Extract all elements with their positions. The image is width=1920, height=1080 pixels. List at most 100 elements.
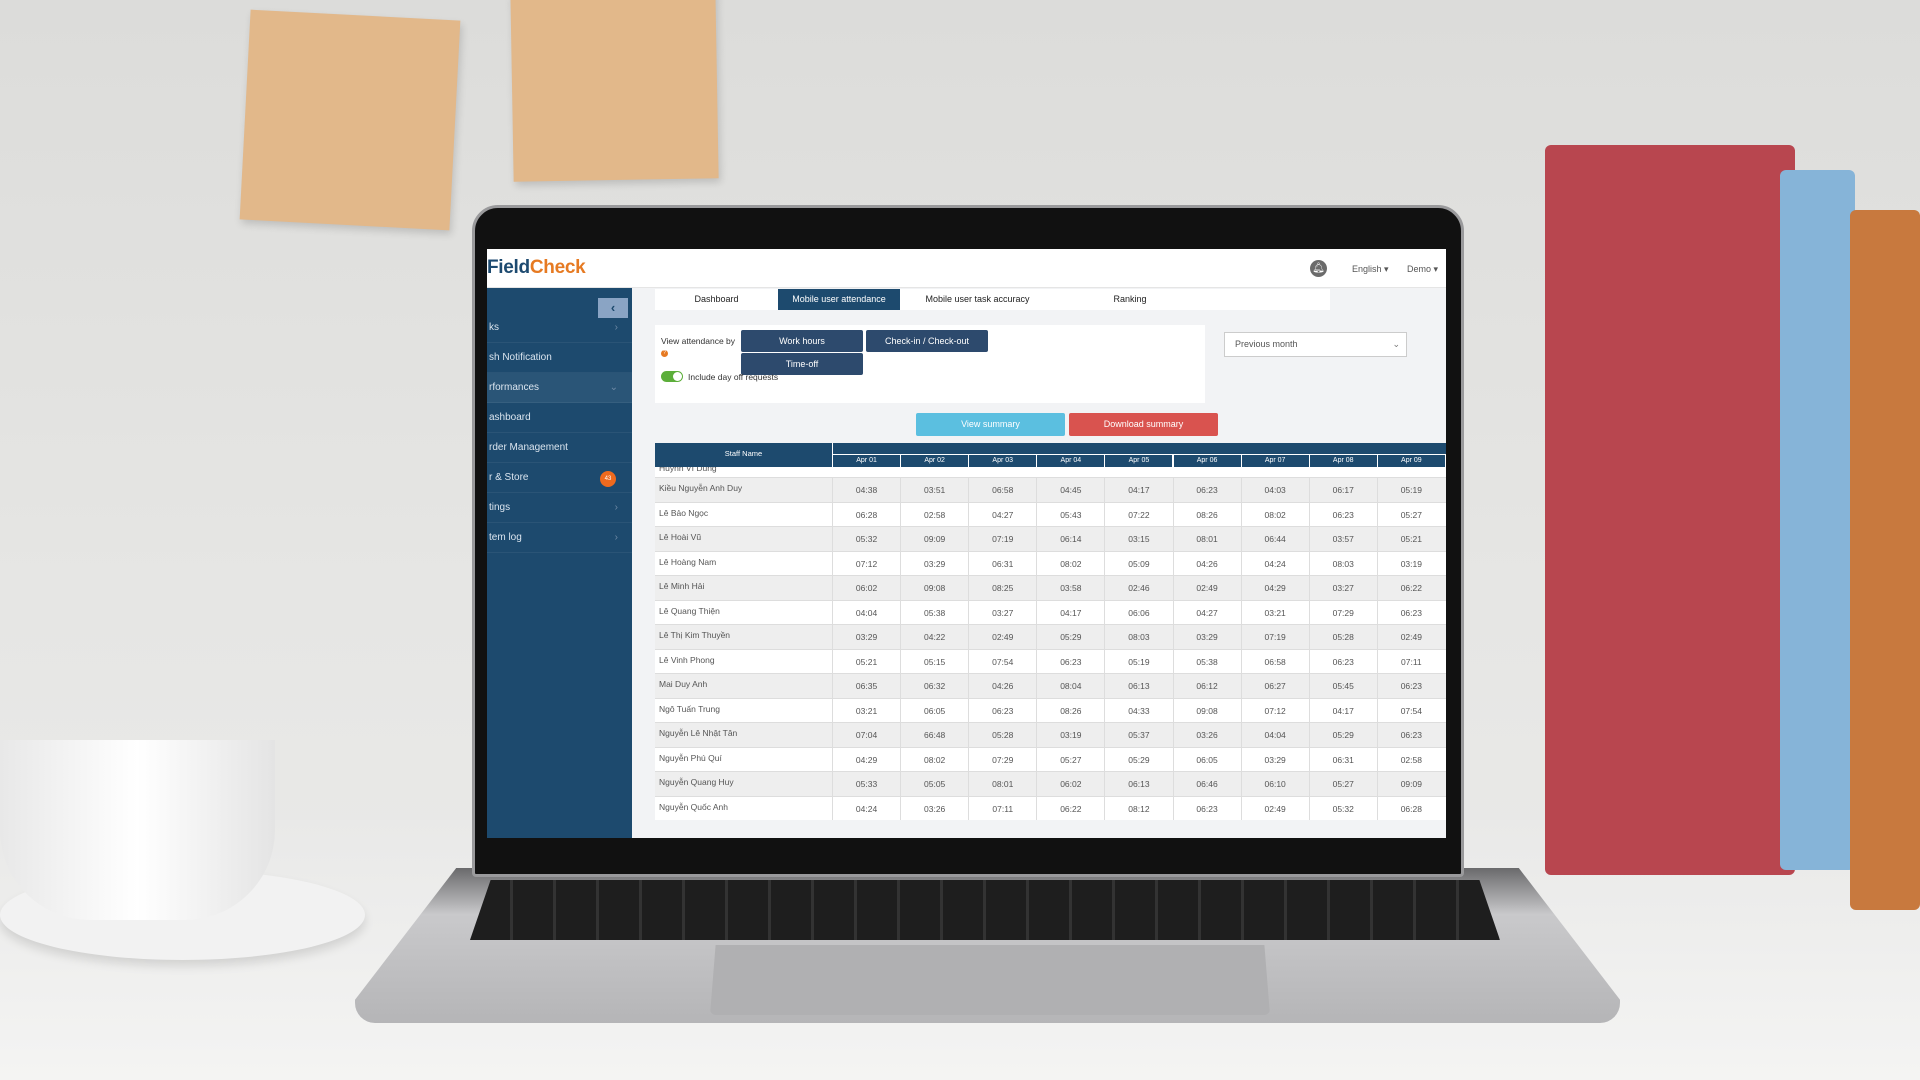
hours-cell: 04:29	[1240, 576, 1309, 601]
hours-cell: 07:12	[832, 551, 900, 576]
view-summary-button[interactable]: View summary	[916, 413, 1065, 436]
sidebar-item[interactable]: sh Notification	[487, 343, 632, 373]
hours-cell: 05:43	[1036, 502, 1104, 527]
hours-cell: 09:09	[1376, 772, 1445, 797]
hours-cell: 06:22	[1376, 576, 1445, 601]
sidebar-item-label: tings	[489, 502, 511, 513]
check-in-out-button[interactable]: Check-in / Check-out	[866, 330, 988, 352]
hours-cell: 07:04	[832, 723, 900, 748]
hours-cell: 06:23	[1376, 674, 1445, 699]
chevron-icon: ›	[614, 502, 618, 513]
help-icon[interactable]: ?	[661, 350, 668, 357]
table-row[interactable]: Ngô Tuấn Trung 03:21 06:05 06:23 08:26 04:33 0…	[655, 698, 1446, 723]
hours-cell: 08:03	[1308, 551, 1377, 576]
hours-cell: 07:29	[968, 747, 1036, 772]
hours-cell: 05:19	[1104, 649, 1172, 674]
hours-cell: 06:17	[1308, 478, 1377, 503]
book	[1850, 210, 1920, 910]
hours-cell: 05:27	[1036, 747, 1104, 772]
table-row[interactable]: Lê Quang Thiện 04:04 05:38 03:27 04:17 06:06 0…	[655, 600, 1446, 625]
hours-cell: 08:25	[968, 576, 1036, 601]
table-row[interactable]: Lê Hoàng Nam 07:12 03:29 06:31 08:02 05:09 04:…	[655, 551, 1446, 576]
hours-cell: 03:57	[1308, 527, 1377, 552]
work-hours-button[interactable]: Work hours	[741, 330, 863, 352]
hours-cell: 04:27	[968, 502, 1036, 527]
table-row[interactable]: Lê Hoài Vũ 05:32 09:09 07:19 06:14 03:15 08:01…	[655, 527, 1446, 552]
include-day-off-toggle[interactable]	[661, 371, 683, 382]
hours-cell: 66:48	[900, 723, 968, 748]
table-row[interactable]: Kiều Nguyễn Anh Duy 04:38 03:51 06:58 04:45 0…	[655, 478, 1446, 503]
count-badge: 43	[600, 471, 616, 487]
hours-cell: 07:12	[1240, 698, 1309, 723]
hours-cell: 05:27	[1308, 772, 1377, 797]
sidebar-item[interactable]: rder Management	[487, 433, 632, 463]
hours-cell: 05:38	[900, 600, 968, 625]
hours-cell: 06:13	[1104, 674, 1172, 699]
hours-cell: 07:19	[968, 527, 1036, 552]
hours-cell: 06:23	[1376, 723, 1445, 748]
staff-name-cell: Lê Hoàng Nam	[659, 556, 717, 567]
date-column-header: Apr 04	[1037, 455, 1105, 467]
table-row[interactable]: Nguyễn Phú Quí 04:29 08:02 07:29 05:27 05:29 0…	[655, 747, 1446, 772]
sidebar-item[interactable]: ashboard	[487, 403, 632, 433]
sidebar-item-label: r & Store	[489, 472, 529, 483]
user-menu[interactable]: Demo ▾	[1407, 264, 1438, 275]
hours-cell: 08:02	[1036, 551, 1104, 576]
staff-name-cell: Lê Hoài Vũ	[659, 532, 702, 542]
hours-cell: 06:02	[832, 576, 900, 601]
language-dropdown[interactable]: English ▾	[1352, 264, 1389, 275]
table-row[interactable]: Lê Vinh Phong 05:21 05:15 07:54 06:23 05:19 05…	[655, 649, 1446, 674]
date-column-header: Apr 05	[1105, 455, 1173, 467]
chevron-icon: ⌄	[609, 382, 618, 393]
fieldcheck-logo[interactable]: FieldCheck	[487, 257, 586, 279]
tab-mobile-user-task-accuracy[interactable]: Mobile user task accuracy	[900, 289, 1055, 310]
hours-cell: 04:04	[1240, 723, 1309, 748]
sidebar-item[interactable]: tings ›	[487, 493, 632, 523]
hours-cell: 04:17	[1104, 478, 1172, 503]
table-row[interactable]: Lê Thị Kim Thuyền 03:29 04:22 02:49 05:29 08:…	[655, 625, 1446, 650]
staff-name-cell: Nguyễn Quang Huy	[659, 777, 734, 787]
hours-cell: 07:29	[1308, 600, 1377, 625]
date-column-header: Apr 01	[833, 455, 901, 467]
hours-cell: 08:12	[1104, 796, 1172, 820]
table-row[interactable]: Lê Minh Hải 06:02 09:08 08:25 03:58 02:46 02:4…	[655, 576, 1446, 601]
chevron-icon: ›	[614, 532, 618, 543]
hours-cell: 06:22	[1036, 796, 1104, 820]
hours-cell: 08:01	[1172, 527, 1241, 552]
hours-cell: 05:19	[1376, 478, 1445, 503]
sidebar-item[interactable]: tem log ›	[487, 523, 632, 553]
period-select[interactable]: Previous month ⌄	[1224, 332, 1407, 357]
hours-cell: 05:28	[1308, 625, 1377, 650]
sidebar-item[interactable]: rformances ⌄	[487, 373, 632, 403]
sidebar-item[interactable]: r & Store 43	[487, 463, 632, 493]
table-row[interactable]: Lê Bảo Ngọc 06:28 02:58 04:27 05:43 07:22 08:2…	[655, 502, 1446, 527]
sidebar: ‹ ks › sh Notification rformances ⌄ ashboard r…	[487, 288, 632, 838]
hours-cell: 05:15	[900, 649, 968, 674]
sidebar-item-label: rformances	[489, 382, 540, 393]
hours-cell: 08:02	[900, 747, 968, 772]
tab-mobile-user-attendance[interactable]: Mobile user attendance	[778, 289, 900, 310]
hours-cell: 06:02	[1036, 772, 1104, 797]
hours-cell: 04:24	[1240, 551, 1309, 576]
tab-dashboard[interactable]: Dashboard	[655, 289, 778, 310]
hours-cell: 06:27	[1240, 674, 1309, 699]
hours-cell: 06:44	[1240, 527, 1309, 552]
sidebar-item-label: rder Management	[489, 442, 568, 453]
include-day-off-label: Include day off requests	[688, 372, 779, 382]
download-summary-button[interactable]: Download summary	[1069, 413, 1218, 436]
date-column-header: Apr 07	[1241, 455, 1309, 467]
table-row[interactable]: Nguyễn Quang Huy 05:33 05:05 08:01 06:02 06:1…	[655, 772, 1446, 797]
trackpad	[710, 945, 1270, 1015]
hours-cell: 02:49	[968, 625, 1036, 650]
hours-cell: 06:46	[1172, 772, 1241, 797]
notification-bell-icon[interactable]: 🔔︎	[1310, 260, 1327, 277]
hours-cell: 07:22	[1104, 502, 1172, 527]
table-row[interactable]: Mai Duy Anh 06:35 06:32 04:26 08:04 06:13 06:1…	[655, 674, 1446, 699]
hours-cell: 06:31	[968, 551, 1036, 576]
tab-ranking[interactable]: Ranking	[1055, 289, 1205, 310]
table-row[interactable]: Nguyễn Quốc Anh 04:24 03:26 07:11 06:22 08:12…	[655, 796, 1446, 820]
hours-cell: 05:33	[832, 772, 900, 797]
sidebar-item[interactable]: ks ›	[487, 313, 632, 343]
date-column-header: Apr 06	[1173, 455, 1241, 467]
table-row[interactable]: Nguyễn Lê Nhật Tân 07:04 66:48 05:28 03:19 05…	[655, 723, 1446, 748]
